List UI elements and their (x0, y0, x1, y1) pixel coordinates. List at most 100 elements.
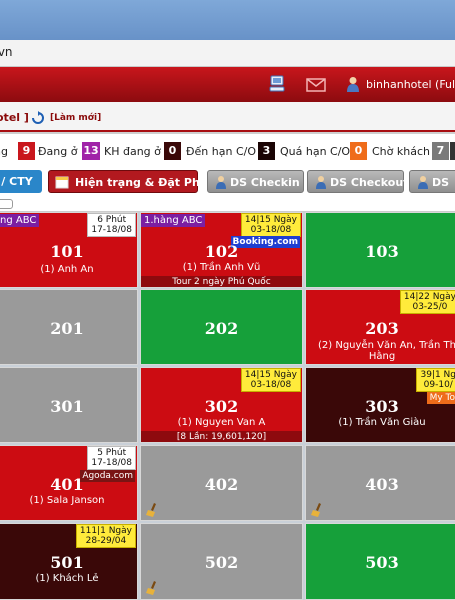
room-number: 102 (204, 242, 239, 261)
broom-icon (146, 503, 156, 517)
company-button[interactable]: / CTY (0, 170, 42, 193)
room-303[interactable]: 39|1 Ng 09-10/ My To 303 (1) Trần Văn Gi… (305, 367, 455, 443)
time-tag: 6 Phút 17-18/08 (87, 213, 136, 237)
app-root: .vn binhanhotel (Full Ac otel ] [Làm mới… (0, 0, 455, 600)
stay-tag: 111|1 Ngày 28-29/04 (75, 524, 136, 548)
legend-label-guests: KH đang ở (104, 145, 161, 158)
room-201[interactable]: 201 (0, 289, 138, 365)
time-tag-line2: 17-18/08 (91, 225, 132, 235)
room-number: 501 (50, 553, 84, 572)
room-number: 201 (50, 319, 84, 338)
stay-tag-line1: 39|1 Ng (420, 370, 455, 380)
broom-icon (146, 581, 156, 595)
room-401[interactable]: 5 Phút 17-18/08 Agoda.com 401 (1) Sala J… (0, 445, 138, 521)
checkout-list-label: DS Checkout (330, 176, 409, 189)
room-number: 202 (204, 319, 239, 338)
room-number: 203 (365, 319, 399, 338)
room-number: 401 (50, 475, 84, 494)
app-header: binhanhotel (Full Ac (0, 67, 455, 102)
room-number: 101 (50, 242, 84, 261)
status-booking-button[interactable]: Hiện trạng & Đặt Phòng (48, 170, 223, 193)
ds-list-button[interactable]: DS (409, 170, 455, 193)
legend-count-other[interactable]: 7 (432, 142, 449, 160)
calendar-icon (55, 176, 69, 189)
guest-name: (1) Anh An (40, 264, 94, 275)
stay-tag-line1: 14|22 Ngày (403, 292, 455, 302)
room-number: 403 (365, 475, 399, 494)
room-grid: ng ABC 6 Phút 17-18/08 101 (1) Anh An 1.… (0, 212, 455, 600)
legend-label-occupied: Đang ở (38, 145, 78, 158)
room-402[interactable]: 402 (140, 445, 303, 521)
room-102[interactable]: 1.hàng ABC 14|15 Ngày 03-18/08 Booking.c… (140, 212, 303, 288)
guest-name-cont: Hằng (368, 351, 396, 362)
stay-tag-line2: 03-25/0 (412, 302, 448, 312)
room-number: 302 (204, 397, 239, 416)
page-title: otel ] (0, 111, 29, 124)
room-101[interactable]: ng ABC 6 Phút 17-18/08 101 (1) Anh An (0, 212, 138, 288)
stay-tag: 14|22 Ngày 03-25/0 (399, 290, 455, 314)
guest-name: (1) Trần Anh Vũ (182, 262, 261, 273)
room-103[interactable]: 103 (305, 212, 455, 288)
checkout-list-button[interactable]: DS Checkout (307, 170, 408, 193)
legend-label-waiting: Chờ khách (372, 145, 430, 158)
time-tag-line2: 17-18/08 (91, 458, 132, 468)
ds-list-label: DS (432, 176, 450, 189)
filter-toggle[interactable] (0, 199, 13, 209)
legend-count-waiting[interactable]: 0 (350, 142, 367, 160)
room-203[interactable]: 14|22 Ngày 03-25/0 203 (2) Nguyễn Văn An… (305, 289, 455, 365)
checkin-list-button[interactable]: DS Checkin (207, 170, 304, 193)
legend-label-due: Đến hạn C/O (186, 145, 256, 158)
stay-tag: 14|15 Ngày 03-18/08 (240, 213, 301, 237)
company-tag: 1.hàng ABC (141, 214, 206, 227)
room-number: 502 (204, 553, 239, 572)
status-booking-label: Hiện trạng & Đặt Phòng (75, 176, 224, 189)
room-202[interactable]: 202 (140, 289, 303, 365)
refresh-icon[interactable] (31, 111, 45, 125)
room-502[interactable]: 502 (140, 523, 303, 600)
room-503[interactable]: 503 (305, 523, 455, 600)
guest-name: (2) Nguyễn Văn An, Trần Thanh (318, 340, 455, 351)
page-title-bar: otel ] [Làm mới] (0, 102, 455, 132)
address-bar[interactable]: .vn (0, 40, 455, 67)
room-number: 301 (50, 397, 84, 416)
room-number: 303 (365, 397, 399, 416)
room-302[interactable]: 14|15 Ngày 03-18/08 302 (1) Nguyen Van A… (140, 367, 303, 443)
refresh-link[interactable]: [Làm mới] (50, 113, 101, 123)
time-tag: 5 Phút 17-18/08 (87, 446, 136, 470)
person-icon (316, 176, 326, 189)
time-tag-line1: 5 Phút (97, 448, 127, 458)
stay-tag-line1: 111|1 Ngày (79, 526, 132, 536)
legend-count-overdue[interactable]: 3 (258, 142, 275, 160)
checkin-list-label: DS Checkin (230, 176, 300, 189)
person-icon (418, 176, 428, 189)
guest-name: (1) Khách Lẻ (35, 573, 99, 584)
person-icon (216, 176, 226, 189)
filter-row (0, 198, 455, 212)
room-number: 402 (204, 475, 239, 494)
legend-count-occupied[interactable]: 9 (18, 142, 35, 160)
room-501[interactable]: 111|1 Ngày 28-29/04 501 (1) Khách Lẻ (0, 523, 138, 600)
user-label[interactable]: binhanhotel (Full Ac (366, 78, 455, 91)
stay-tag-line1: 14|15 Ngày (244, 370, 297, 380)
mail-icon[interactable] (306, 76, 326, 92)
company-tag: ng ABC (0, 214, 40, 227)
stay-tag: 39|1 Ng 09-10/ (416, 368, 455, 392)
user-icon (347, 77, 359, 92)
stay-tag: 14|15 Ngày 03-18/08 (240, 368, 301, 392)
broom-icon (311, 503, 321, 517)
room-note: [8 Lần: 19,601,120] (141, 431, 302, 442)
network-icon[interactable] (268, 75, 286, 93)
browser-titlebar (0, 0, 455, 40)
stay-tag-line2: 09-10/ (423, 380, 453, 390)
legend-count-due[interactable]: 0 (164, 142, 181, 160)
legend-count-next[interactable] (450, 142, 455, 160)
room-301[interactable]: 301 (0, 367, 138, 443)
stay-tag-line1: 14|15 Ngày (244, 215, 297, 225)
legend-count-guests[interactable]: 13 (82, 142, 100, 160)
url-text: .vn (0, 45, 13, 59)
stay-tag-line2: 03-18/08 (250, 225, 292, 235)
room-403[interactable]: 403 (305, 445, 455, 521)
room-number: 103 (365, 242, 399, 261)
stay-tag-line2: 03-18/08 (250, 380, 292, 390)
guest-name: (1) Sala Janson (29, 495, 105, 506)
